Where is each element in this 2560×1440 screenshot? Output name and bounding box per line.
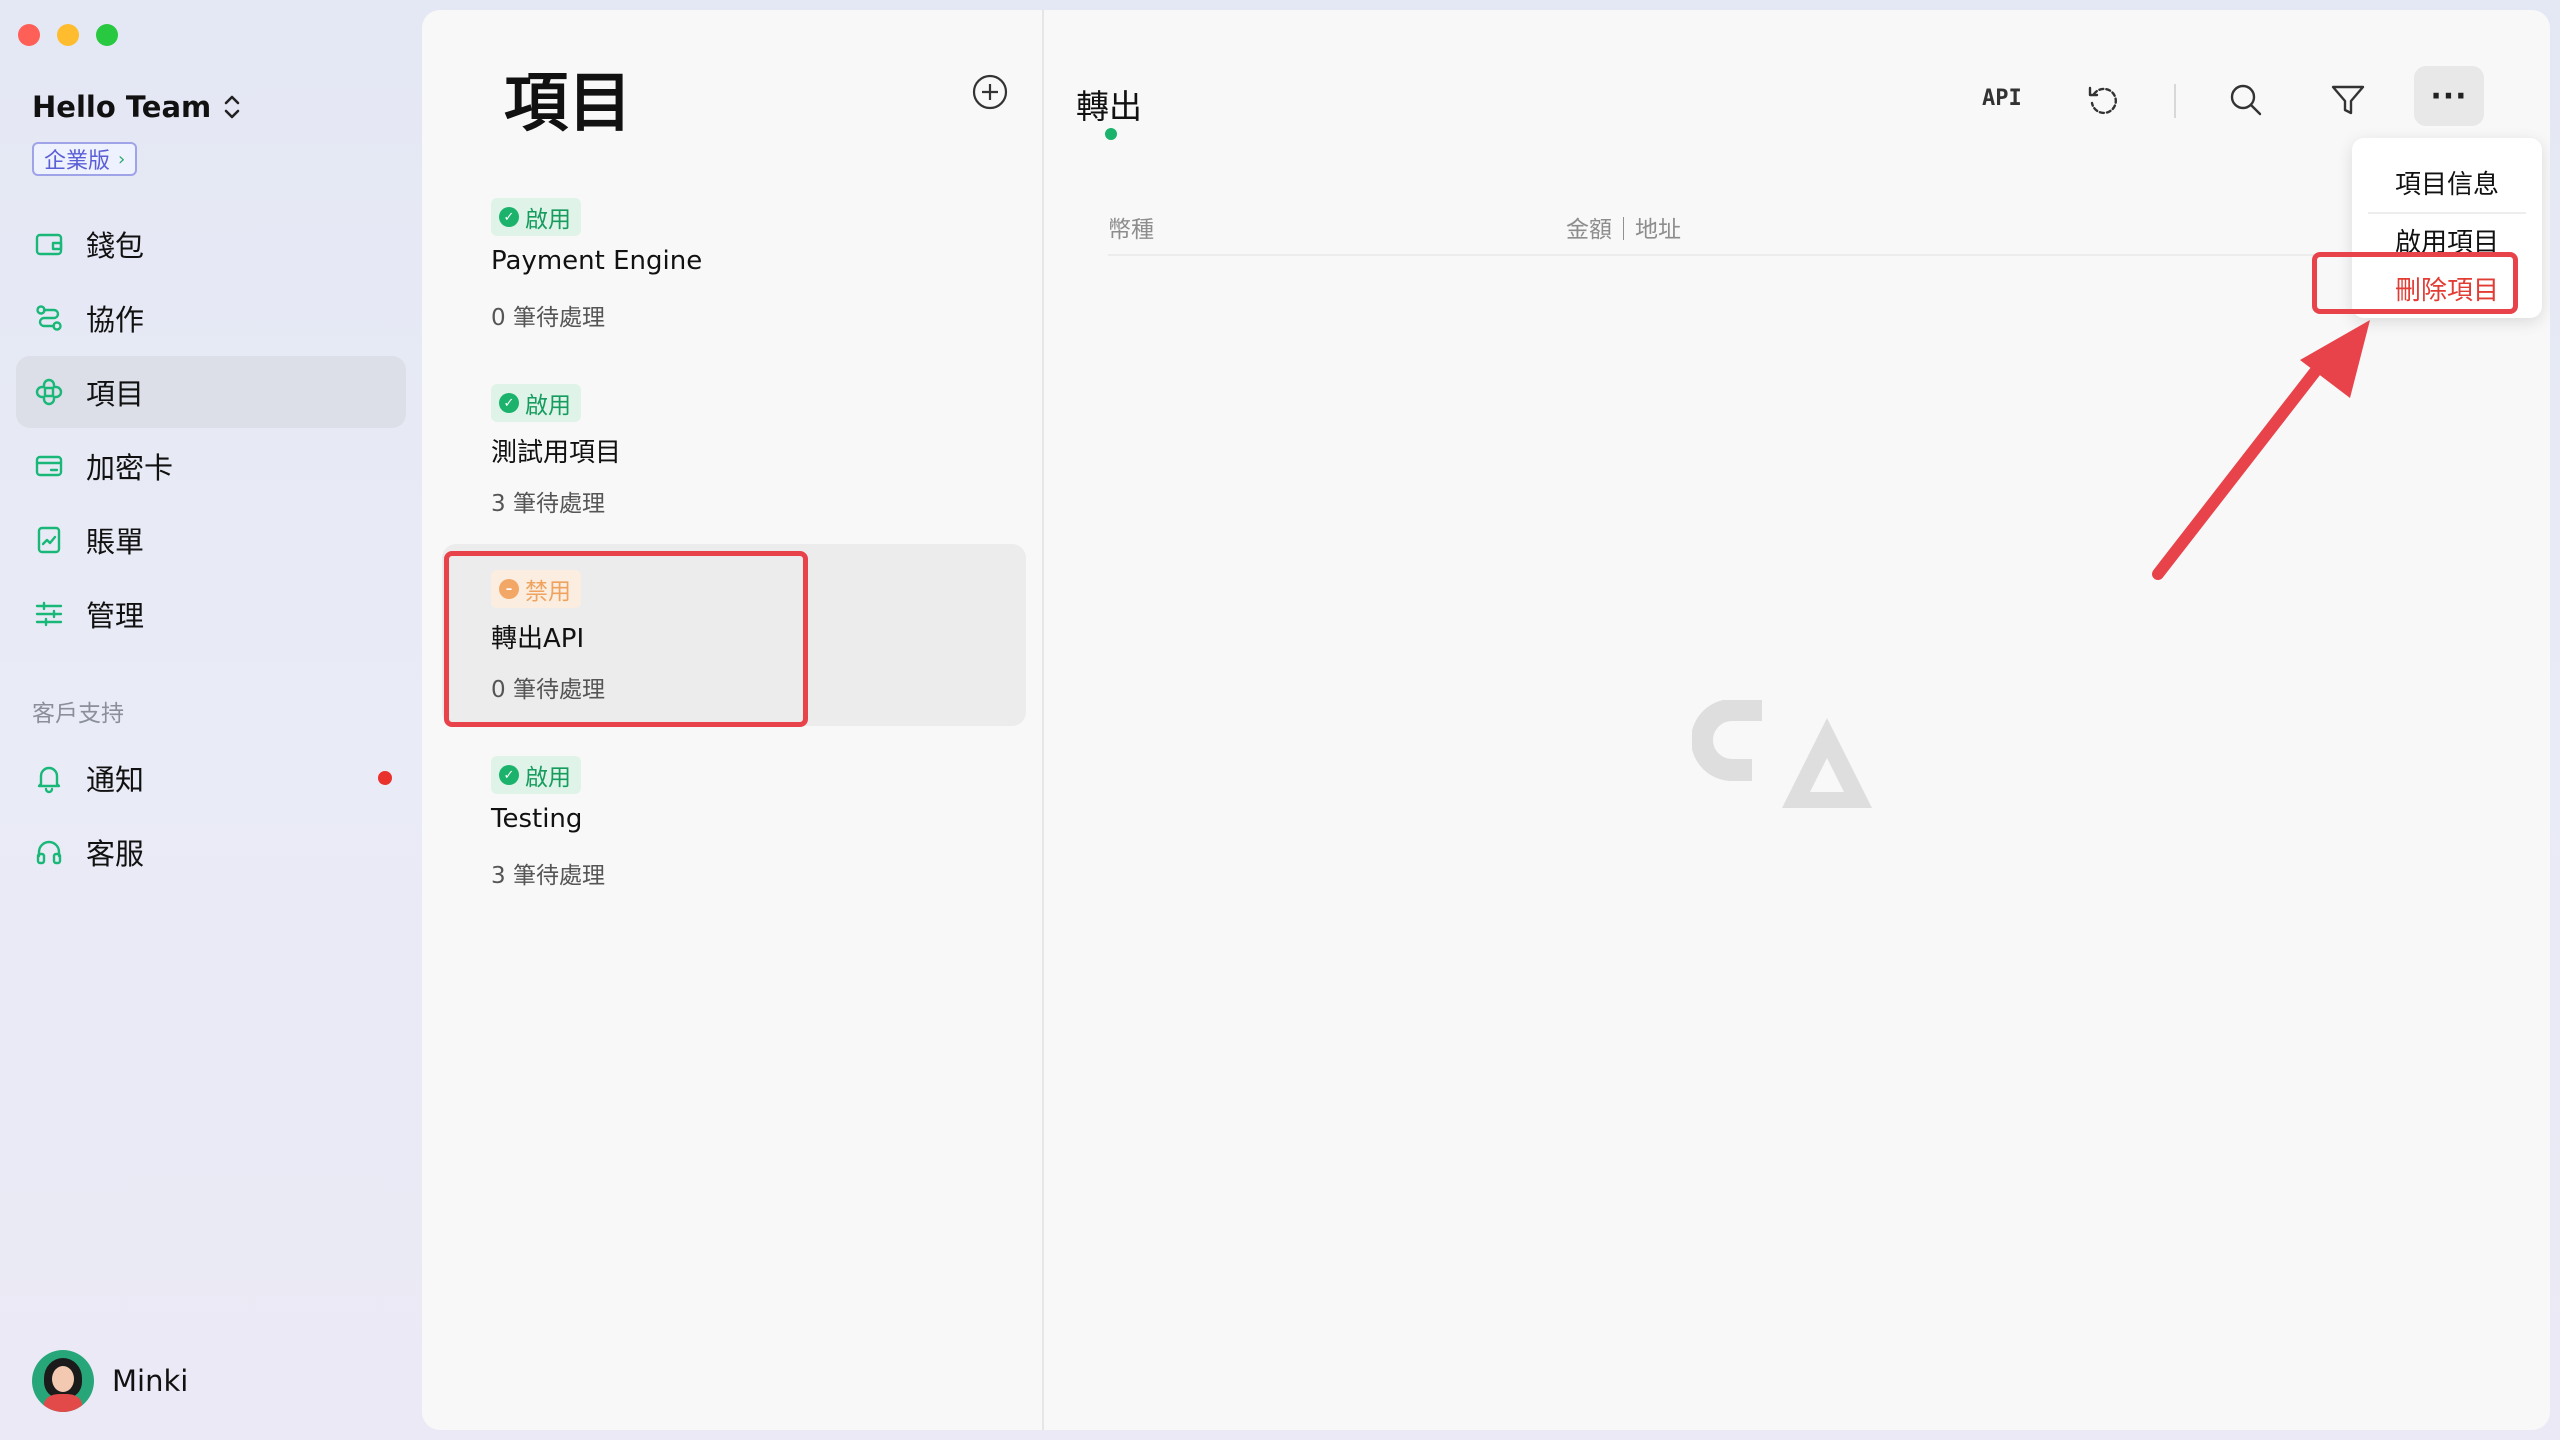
status-badge: ✓ 啟用 (491, 756, 581, 794)
refresh-button[interactable] (2084, 80, 2124, 120)
team-switcher[interactable]: Hello Team (32, 90, 241, 124)
sidebar-item-label: 加密卡 (86, 451, 174, 485)
sidebar-item-support[interactable]: 客服 (16, 816, 406, 888)
project-name: Payment Engine (491, 246, 703, 276)
chevron-right-icon: › (118, 148, 126, 170)
avatar (32, 1350, 94, 1412)
toolbar-divider (2174, 84, 2176, 118)
sidebar: Hello Team 企業版 › 錢包 協作 項目 加密卡 賬單 管理 客戶支持… (0, 0, 420, 1440)
sidebar-item-label: 客服 (86, 837, 145, 871)
refresh-icon (2088, 86, 2117, 115)
pending-count: 3 筆待處理 (491, 491, 605, 517)
bill-icon (32, 523, 66, 557)
tab-transfer-out[interactable]: 轉出 (1076, 80, 1142, 128)
sidebar-item-notifications[interactable]: 通知 (16, 742, 406, 814)
plan-badge-label: 企業版 (44, 149, 111, 174)
more-options-button[interactable]: ··· (2414, 66, 2484, 126)
collaboration-icon (32, 301, 66, 335)
team-name: Hello Team (32, 90, 212, 124)
filter-icon (2331, 85, 2365, 115)
settings-sliders-icon (32, 597, 66, 631)
sidebar-item-label: 管理 (86, 599, 145, 633)
annotation-highlight-box (444, 551, 808, 727)
notification-dot (378, 771, 392, 785)
main-panel: 項目 ✓ 啟用 Payment Engine 0 筆待處理 ✓ 啟用 測試用項目… (422, 10, 2550, 1430)
search-icon (2230, 84, 2262, 116)
page-title: 項目 (504, 67, 632, 141)
pending-count: 0 筆待處理 (491, 305, 605, 331)
project-icon (32, 375, 66, 409)
wallet-icon (32, 227, 66, 261)
sidebar-item-crypto-card[interactable]: 加密卡 (16, 430, 406, 502)
filter-button[interactable] (2328, 80, 2368, 120)
plan-badge[interactable]: 企業版 › (32, 142, 138, 176)
status-badge: ✓ 啟用 (491, 198, 581, 236)
menu-divider (2368, 212, 2526, 214)
check-circle-icon: ✓ (499, 393, 519, 413)
search-button[interactable] (2226, 80, 2266, 120)
sidebar-item-manage[interactable]: 管理 (16, 578, 406, 650)
plus-circle-icon (972, 74, 1008, 110)
sidebar-item-projects[interactable]: 項目 (16, 356, 406, 428)
project-item[interactable]: ✓ 啟用 測試用項目 3 筆待處理 (442, 384, 1026, 568)
column-header-currency: 幣種 (1108, 217, 1154, 243)
column-header-amount-address: 金額｜地址 (1566, 217, 1681, 243)
main-nav: 錢包 協作 項目 加密卡 賬單 管理 (16, 208, 406, 652)
annotation-highlight-box (2312, 252, 2518, 314)
check-circle-icon: ✓ (499, 765, 519, 785)
sidebar-item-label: 賬單 (86, 525, 145, 559)
section-label-support: 客戶支持 (32, 701, 124, 727)
menu-item-project-info[interactable]: 項目信息 (2352, 164, 2542, 201)
sidebar-item-label: 通知 (86, 763, 145, 797)
table-header-divider (1108, 254, 2378, 256)
sidebar-item-collaboration[interactable]: 協作 (16, 282, 406, 354)
logo-watermark (1691, 699, 1892, 824)
chevron-up-down-icon (223, 94, 241, 120)
project-name: 測試用項目 (491, 438, 622, 468)
sidebar-item-label: 協作 (86, 303, 145, 337)
support-nav: 通知 客服 (16, 742, 406, 890)
active-tab-indicator (1105, 128, 1117, 140)
check-circle-icon: ✓ (499, 207, 519, 227)
project-item[interactable]: ✓ 啟用 Payment Engine 0 筆待處理 (442, 198, 1026, 382)
pending-count: 3 筆待處理 (491, 863, 605, 889)
project-item[interactable]: ✓ 啟用 Testing 3 筆待處理 (442, 756, 1026, 940)
headset-icon (32, 835, 66, 869)
sidebar-item-label: 錢包 (86, 229, 145, 263)
api-button[interactable]: API (1982, 86, 2022, 111)
status-badge: ✓ 啟用 (491, 384, 581, 422)
column-divider (1042, 10, 1044, 1430)
sidebar-item-bills[interactable]: 賬單 (16, 504, 406, 576)
user-profile[interactable]: Minki (32, 1350, 188, 1412)
bell-icon (32, 761, 66, 795)
sidebar-item-wallet[interactable]: 錢包 (16, 208, 406, 280)
add-project-button[interactable] (970, 72, 1010, 112)
card-icon (32, 449, 66, 483)
project-name: Testing (491, 804, 583, 834)
user-name: Minki (112, 1364, 189, 1398)
sidebar-item-label: 項目 (86, 377, 145, 411)
